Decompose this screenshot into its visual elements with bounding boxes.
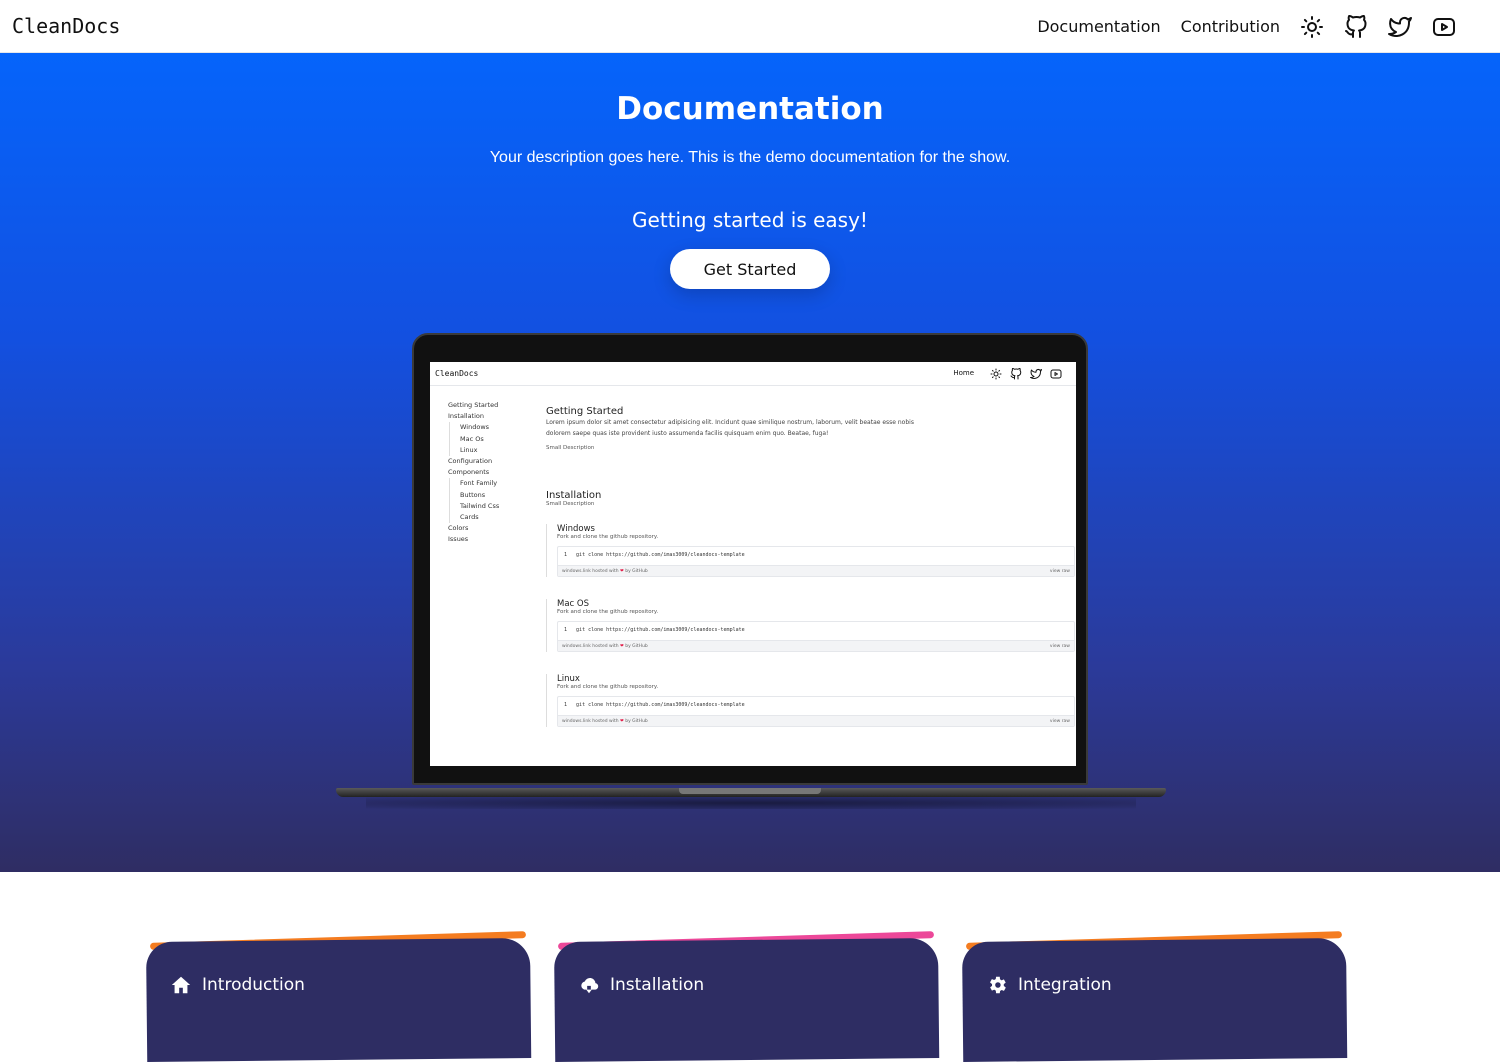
laptop-shadow [366,797,1136,809]
preview-code-file: windows.link [562,569,591,574]
cloud-download-icon [578,974,600,996]
preview-install-macos: Mac OS Fork and clone the github reposit… [546,599,1076,652]
card-title: Integration [1018,975,1112,995]
nav-link-contribution[interactable]: Contribution [1181,17,1280,36]
preview-code-footer: windows.link hosted with ❤ by GitHub view… [558,715,1074,726]
preview-nav-right: Home [953,367,1062,380]
preview-code-line-number: 1 [564,627,568,633]
preview-installation-title: Installation [546,490,602,501]
preview-sidebar-item: Getting Started [448,401,499,409]
card-introduction[interactable]: Introduction [146,931,532,1062]
github-icon[interactable] [1344,14,1368,39]
preview-code-embed: 1 git clone https://github.com/imas3009/… [557,546,1075,577]
preview-code-line: 1 git clone https://github.com/imas3009/… [558,547,1074,565]
preview-code-text: git clone https://github.com/imas3009/cl… [576,627,745,633]
github-icon [1010,367,1022,380]
preview-home-link: Home [953,369,974,377]
card-content: Introduction [170,974,305,996]
laptop-notch [679,788,821,794]
preview-sidebar-item: Components [448,468,490,477]
preview-navbar: CleanDocs Home [430,362,1076,386]
preview-sidebar-subitem: Font Family [449,478,538,490]
preview-code-text: git clone https://github.com/imas3009/cl… [576,702,745,708]
hero-description: Your description goes here. This is the … [489,149,1011,166]
preview-code-file: windows.link [562,644,591,649]
sun-icon[interactable] [1300,15,1324,39]
preview-code-footer: windows.link hosted with ❤ by GitHub view… [558,565,1074,576]
preview-install-linux: Linux Fork and clone the github reposito… [546,674,1076,727]
heart-icon: ❤ [620,644,624,649]
nav-link-documentation[interactable]: Documentation [1037,17,1160,36]
preview-sidebar-subitem: Buttons [449,489,538,501]
card-integration[interactable]: Integration [962,931,1348,1062]
preview-code-text: git clone https://github.com/imas3009/cl… [576,552,745,558]
preview-code-by: by GitHub [625,569,648,574]
preview-sidebar-subitem: Tailwind Css [449,500,538,513]
card-title: Installation [610,975,705,995]
brand-logo[interactable]: CleanDocs [12,14,120,38]
preview-installation: Installation Small Description [546,490,1076,507]
get-started-button[interactable]: Get Started [670,249,830,289]
preview-install-windows: Windows Fork and clone the github reposi… [546,524,1076,577]
preview-installation-small: Small Description [546,501,595,507]
laptop-lid: CleanDocs Home Getting Started Installat… [412,333,1088,785]
preview-install-desc: Fork and clone the github repository. [557,534,659,540]
preview-install-title: Mac OS [557,599,590,609]
preview-code-line: 1 git clone https://github.com/imas3009/… [558,697,1074,715]
preview-sidebar-subitem: Cards [449,512,538,524]
preview-code-line-number: 1 [564,702,568,708]
home-icon [170,974,192,996]
youtube-icon [1050,367,1062,379]
laptop-screen: CleanDocs Home Getting Started Installat… [430,362,1076,766]
preview-code-embed: 1 git clone https://github.com/imas3009/… [557,621,1075,652]
card-title: Introduction [202,975,305,995]
preview-install-title: Windows [557,524,595,534]
preview-code-embed: 1 git clone https://github.com/imas3009/… [557,696,1075,727]
preview-install-desc: Fork and clone the github repository. [557,684,659,690]
preview-small-description: Small Description [546,445,595,451]
preview-code-line-number: 1 [564,552,568,558]
preview-sidebar-subitem: Mac Os [449,433,538,445]
hero-subtitle: Getting started is easy! [632,208,868,232]
preview-code-hosted: hosted with [592,644,619,649]
preview-view-raw: view raw [1049,644,1070,649]
sun-icon [990,367,1002,380]
preview-code-line: 1 git clone https://github.com/imas3009/… [558,622,1074,640]
preview-sidebar-subitem: Windows [449,422,538,434]
preview-install-desc: Fork and clone the github repository. [557,609,659,615]
laptop-mockup: CleanDocs Home Getting Started Installat… [336,333,1166,813]
hero-title: Documentation [616,91,884,127]
top-navbar: CleanDocs Documentation Contribution [0,0,1500,53]
preview-sidebar-item: Issues [448,535,469,544]
preview-code-by: by GitHub [625,644,648,649]
preview-code-hosted: hosted with [592,719,619,724]
preview-code-footer: windows.link hosted with ❤ by GitHub view… [558,640,1074,651]
preview-getting-started: Getting Started Lorem ipsum dolor sit am… [546,406,1076,451]
preview-brand: CleanDocs [435,369,479,378]
card-content: Installation [578,974,704,996]
preview-sidebar: Getting Started Installation Windows Mac… [448,400,538,546]
preview-code-by: by GitHub [625,719,648,724]
preview-code-hosted: hosted with [592,569,619,574]
nav-links: Documentation Contribution [1037,0,1456,53]
preview-getting-started-title: Getting Started [546,406,624,417]
card-installation[interactable]: Installation [554,931,940,1062]
preview-sidebar-item: Installation [448,412,485,421]
twitter-icon[interactable] [1388,15,1412,39]
preview-sidebar-subitem: Linux [449,444,538,457]
heart-icon: ❤ [620,719,624,724]
youtube-icon[interactable] [1432,15,1456,39]
gear-icon [986,974,1008,996]
hero-section: Documentation Your description goes here… [0,53,1500,872]
preview-install-title: Linux [557,674,580,684]
preview-sidebar-item: Configuration [448,457,493,466]
heart-icon: ❤ [620,569,624,574]
preview-getting-started-body: Lorem ipsum dolor sit amet consectetur a… [546,419,914,437]
card-content: Integration [986,974,1112,996]
preview-view-raw: view raw [1049,719,1070,724]
twitter-icon [1030,367,1042,379]
preview-code-file: windows.link [562,719,591,724]
preview-view-raw: view raw [1049,569,1070,574]
preview-sidebar-item: Colors [448,524,469,533]
